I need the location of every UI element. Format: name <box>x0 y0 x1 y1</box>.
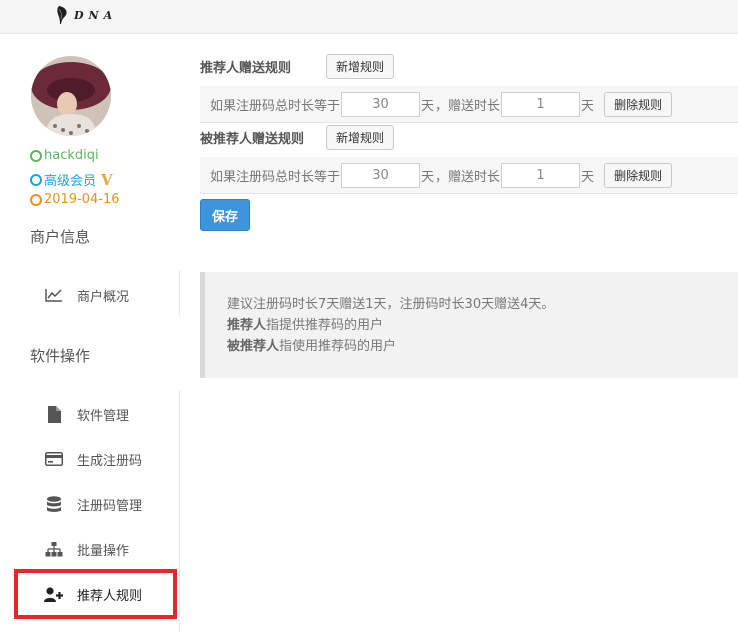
merchant-section-title: 商户信息 <box>30 228 91 246</box>
sidebar: hackdiqi 高级会员 V 2019-04-16 商户信息 商户概况 软件操… <box>0 34 180 632</box>
referee-bonus-input[interactable] <box>501 162 581 188</box>
delete-referrer-rule-button[interactable]: 删除规则 <box>604 91 673 117</box>
rule-middle-text: ，赠送时长 <box>435 169 501 185</box>
sidebar-item-generate-code[interactable]: 生成注册码 <box>14 436 177 482</box>
status-dot-icon <box>30 149 42 162</box>
file-icon <box>44 404 64 424</box>
main-content: 推荐人赠送规则 新增规则 如果注册码总时长等于 天 ，赠送时长 天 删除规则 被… <box>200 34 738 632</box>
avatar[interactable] <box>31 56 111 136</box>
sidebar-item-code-manage[interactable]: 注册码管理 <box>14 481 177 527</box>
bonus-unit-text: 天 <box>581 169 595 185</box>
tip-term: 推荐人 <box>227 318 267 333</box>
sidebar-item-merchant-overview[interactable]: 商户概况 <box>14 272 177 318</box>
referrer-rules-header: 推荐人赠送规则 新增规则 <box>200 53 395 79</box>
merchant-nav: 商户概况 <box>0 270 180 316</box>
tip-line: 建议注册码时长7天赠送1天，注册码时长30天赠送4天。 <box>227 297 555 312</box>
referrer-bonus-input[interactable] <box>501 91 581 117</box>
add-referrer-rule-button[interactable]: 新增规则 <box>326 53 395 79</box>
sidebar-item-label: 推荐人规则 <box>77 588 143 604</box>
join-date: 2019-04-16 <box>44 192 120 207</box>
save-button[interactable]: 保存 <box>200 199 250 231</box>
tip-line: 推荐人指提供推荐码的用户 <box>227 315 738 336</box>
tip-definition: 指使用推荐码的用户 <box>279 339 397 354</box>
sitemap-icon <box>44 539 64 559</box>
rule-prefix-text: 如果注册码总时长等于 <box>210 169 341 185</box>
credit-card-icon <box>44 449 64 469</box>
duration-unit-text: 天 <box>421 98 435 114</box>
logo-feather-icon <box>57 6 67 24</box>
add-referee-rule-button[interactable]: 新增规则 <box>326 124 395 150</box>
join-date-line: 2019-04-16 <box>30 192 120 207</box>
line-chart-icon <box>44 285 64 305</box>
status-dot-icon <box>30 193 42 206</box>
vip-badge-icon: V <box>101 170 113 189</box>
sidebar-item-software-manage[interactable]: 软件管理 <box>14 391 177 437</box>
rule-middle-text: ，赠送时长 <box>435 98 501 114</box>
sidebar-item-label: 商户概况 <box>77 289 130 305</box>
referrer-rules-title: 推荐人赠送规则 <box>200 60 292 76</box>
user-plus-icon <box>44 584 64 604</box>
sidebar-item-batch-operation[interactable]: 批量操作 <box>14 526 177 572</box>
tip-definition: 指提供推荐码的用户 <box>266 318 384 333</box>
bonus-unit-text: 天 <box>581 98 595 114</box>
referee-rule-row: 如果注册码总时长等于 天 ，赠送时长 天 删除规则 <box>200 157 738 194</box>
sidebar-item-referral-rules[interactable]: 推荐人规则 <box>14 569 177 619</box>
rule-prefix-text: 如果注册码总时长等于 <box>210 98 341 114</box>
member-level: 高级会员 <box>44 174 97 189</box>
username-line: hackdiqi <box>30 148 99 163</box>
sidebar-item-label: 生成注册码 <box>77 453 143 469</box>
logo-text: DNA <box>74 8 118 22</box>
tip-line: 被推荐人指使用推荐码的用户 <box>227 336 738 357</box>
referrer-rule-row: 如果注册码总时长等于 天 ，赠送时长 天 删除规则 <box>200 86 738 123</box>
username: hackdiqi <box>44 148 99 163</box>
referee-rules-header: 被推荐人赠送规则 新增规则 <box>200 124 395 150</box>
duration-unit-text: 天 <box>421 169 435 185</box>
tip-term: 被推荐人 <box>227 339 280 354</box>
software-nav: 软件管理 生成注册码 注册码管理 批量操作 推荐人规则 <box>0 390 180 632</box>
software-section-title: 软件操作 <box>30 347 91 365</box>
sidebar-item-label: 软件管理 <box>77 408 130 424</box>
status-dot-icon <box>30 173 42 186</box>
referee-rules-title: 被推荐人赠送规则 <box>200 131 305 147</box>
logo[interactable]: DNA <box>56 4 117 26</box>
sidebar-item-label: 注册码管理 <box>77 498 143 514</box>
tips-notice: 建议注册码时长7天赠送1天，注册码时长30天赠送4天。 推荐人指提供推荐码的用户… <box>200 272 738 378</box>
member-level-line: 高级会员 V <box>30 170 113 189</box>
referee-duration-input[interactable] <box>341 162 421 188</box>
top-bar: DNA <box>0 0 738 34</box>
delete-referee-rule-button[interactable]: 删除规则 <box>604 162 673 188</box>
referrer-duration-input[interactable] <box>341 91 421 117</box>
avatar-image <box>31 56 111 136</box>
sidebar-item-label: 批量操作 <box>77 543 130 559</box>
database-icon <box>44 494 64 514</box>
